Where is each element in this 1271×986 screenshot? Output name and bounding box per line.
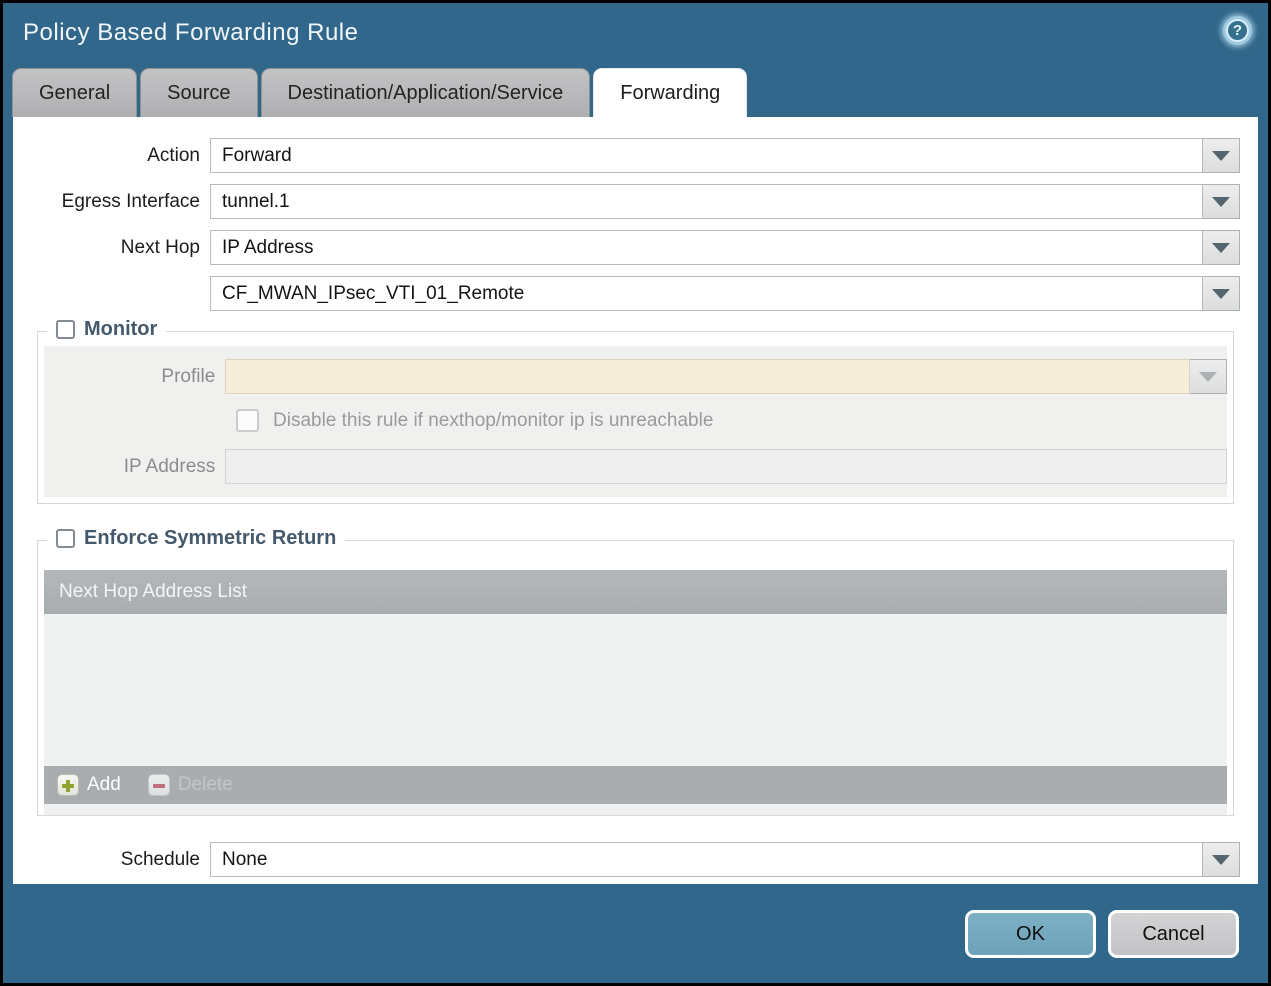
symmetric-return-legend-label: Enforce Symmetric Return bbox=[84, 527, 337, 549]
disable-rule-row: Disable this rule if nexthop/monitor ip … bbox=[236, 409, 1227, 432]
table-footer-strip bbox=[44, 804, 1227, 815]
help-icon[interactable]: ? bbox=[1223, 16, 1252, 45]
chevron-down-icon bbox=[1199, 371, 1218, 382]
monitor-panel: Profile Disable this rule if nexthop/mon… bbox=[44, 346, 1227, 497]
egress-interface-select[interactable]: tunnel.1 bbox=[210, 184, 1203, 219]
tab-bar: General Source Destination/Application/S… bbox=[3, 68, 1268, 117]
add-icon bbox=[57, 774, 79, 796]
tab-source[interactable]: Source bbox=[140, 68, 258, 117]
monitor-ip-address-input[interactable] bbox=[225, 449, 1227, 484]
action-dropdown-button[interactable] bbox=[1203, 138, 1240, 173]
delete-button[interactable]: Delete bbox=[147, 774, 233, 796]
next-hop-address-select[interactable]: CF_MWAN_IPsec_VTI_01_Remote bbox=[210, 276, 1203, 311]
egress-interface-label: Egress Interface bbox=[61, 190, 200, 212]
next-hop-row: Next Hop IP Address bbox=[13, 230, 1258, 265]
monitor-ip-address-row: IP Address bbox=[44, 449, 1227, 484]
chevron-down-icon bbox=[1212, 150, 1230, 161]
profile-label: Profile bbox=[161, 365, 216, 387]
tab-forwarding[interactable]: Forwarding bbox=[593, 68, 748, 117]
schedule-dropdown-button[interactable] bbox=[1203, 842, 1240, 877]
policy-based-forwarding-dialog: Policy Based Forwarding Rule ? General S… bbox=[3, 3, 1268, 983]
table-body bbox=[44, 614, 1227, 766]
chevron-down-icon bbox=[1212, 288, 1230, 299]
next-hop-type-select[interactable]: IP Address bbox=[210, 230, 1203, 265]
symmetric-return-checkbox[interactable] bbox=[56, 529, 75, 548]
schedule-label: Schedule bbox=[120, 848, 200, 870]
add-button[interactable]: Add bbox=[57, 774, 121, 796]
symmetric-return-section: Enforce Symmetric Return Next Hop Addres… bbox=[37, 527, 1234, 816]
chevron-down-icon bbox=[1212, 854, 1230, 865]
chevron-down-icon bbox=[1212, 242, 1230, 253]
schedule-select[interactable]: None bbox=[210, 842, 1203, 877]
chevron-down-icon bbox=[1212, 196, 1230, 207]
symmetric-return-legend: Enforce Symmetric Return bbox=[47, 527, 346, 550]
egress-interface-dropdown-button[interactable] bbox=[1203, 184, 1240, 219]
tab-destination-application-service[interactable]: Destination/Application/Service bbox=[260, 68, 591, 117]
schedule-row: Schedule None bbox=[13, 842, 1258, 877]
dialog-title: Policy Based Forwarding Rule bbox=[23, 19, 359, 46]
tab-general[interactable]: General bbox=[12, 68, 138, 117]
action-row: Action Forward bbox=[13, 138, 1258, 173]
add-button-label: Add bbox=[87, 774, 121, 795]
profile-row: Profile bbox=[44, 359, 1227, 394]
content-panel: Action Forward Egress Interface tunnel.1… bbox=[13, 117, 1258, 884]
monitor-legend-label: Monitor bbox=[84, 318, 158, 340]
delete-button-label: Delete bbox=[177, 774, 233, 795]
next-hop-address-row: CF_MWAN_IPsec_VTI_01_Remote bbox=[13, 276, 1258, 311]
monitor-checkbox[interactable] bbox=[56, 320, 75, 339]
next-hop-label: Next Hop bbox=[120, 236, 200, 258]
monitor-ip-address-label: IP Address bbox=[123, 455, 216, 477]
table-toolbar: Add Delete bbox=[44, 766, 1227, 804]
action-label: Action bbox=[147, 144, 200, 166]
monitor-section: Monitor Profile Disable this rule if nex… bbox=[37, 318, 1234, 504]
footer-bar: OK Cancel bbox=[3, 884, 1268, 983]
monitor-legend: Monitor bbox=[47, 318, 167, 341]
title-bar: Policy Based Forwarding Rule ? bbox=[3, 3, 1268, 68]
next-hop-address-dropdown-button[interactable] bbox=[1203, 276, 1240, 311]
next-hop-type-dropdown-button[interactable] bbox=[1203, 230, 1240, 265]
table-header: Next Hop Address List bbox=[44, 570, 1227, 614]
ok-button[interactable]: OK bbox=[965, 910, 1096, 958]
disable-rule-checkbox[interactable] bbox=[236, 409, 259, 432]
disable-rule-label: Disable this rule if nexthop/monitor ip … bbox=[273, 409, 714, 431]
next-hop-address-list-table: Next Hop Address List Add Delete bbox=[44, 570, 1227, 815]
delete-icon bbox=[147, 774, 170, 796]
profile-dropdown-button[interactable] bbox=[1190, 359, 1227, 394]
egress-interface-row: Egress Interface tunnel.1 bbox=[13, 184, 1258, 219]
action-select[interactable]: Forward bbox=[210, 138, 1203, 173]
profile-select[interactable] bbox=[225, 359, 1191, 394]
cancel-button[interactable]: Cancel bbox=[1108, 910, 1239, 958]
help-icon-glyph: ? bbox=[1226, 19, 1249, 42]
